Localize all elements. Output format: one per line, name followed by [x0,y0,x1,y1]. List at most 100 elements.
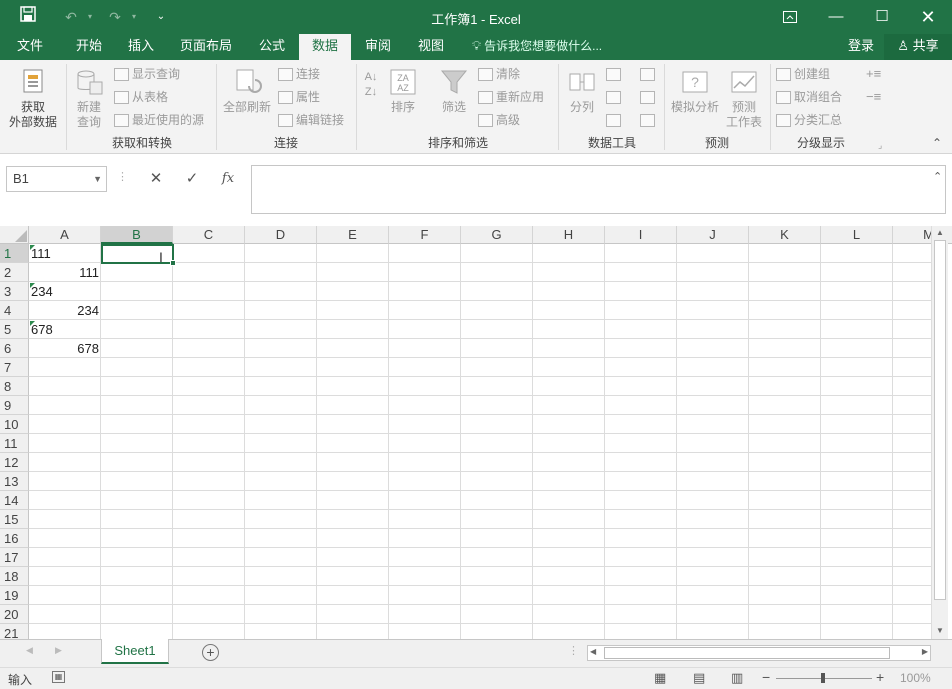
new-sheet-icon[interactable]: + [202,644,219,661]
cell-a5[interactable]: 678 [29,320,101,339]
clear-icon [478,68,493,82]
scroll-up-icon[interactable]: ▲ [932,228,948,237]
worksheet-grid[interactable]: ABCDEFGHIJKLM 1 2 3 4 5 6 7 8 9 10 11 12 13 14 15 16 17 1… [0,226,952,639]
show-queries-button[interactable]: 显示查询 [114,64,180,84]
zoom-out-icon[interactable]: − [762,669,770,685]
page-layout-view-icon[interactable]: ▤ [693,670,705,686]
macro-record-icon[interactable]: ▦ [52,671,65,683]
vertical-scroll-thumb[interactable] [934,240,946,600]
sort-az-icon[interactable]: A↓ Z↓ [360,70,382,100]
connections-button[interactable]: 连接 [278,64,320,84]
manage-data-model-icon[interactable] [640,110,658,130]
cell-a6[interactable]: 678 [29,339,101,358]
zoom-level[interactable]: 100% [900,671,931,685]
tab-formulas[interactable]: 公式 [250,34,294,60]
zoom-in-icon[interactable]: + [876,669,884,685]
minimize-icon[interactable]: — [813,0,859,34]
share-button[interactable]: ♙ 共享 [884,34,952,60]
tab-split-grip-icon[interactable]: ⋮ [568,644,579,657]
next-sheet-icon[interactable]: ▶ [55,645,62,656]
what-if-analysis-button[interactable]: ? 模拟分析 [668,66,722,115]
tab-data[interactable]: 数据 [299,34,351,60]
consolidate-icon[interactable] [640,64,658,84]
subtotal-label: 分类汇总 [794,113,843,127]
refresh-all-button[interactable]: 全部刷新 [220,66,274,115]
insert-function-icon[interactable]: fx [210,166,246,192]
number-as-text-indicator[interactable] [30,321,35,326]
refresh-icon [236,69,262,93]
formula-input[interactable] [251,165,946,214]
cell-a2[interactable]: 111 [29,263,101,282]
expand-formula-bar-icon[interactable]: ⌃ [933,170,942,183]
tab-view[interactable]: 视图 [409,34,453,60]
cancel-icon[interactable]: ✕ [138,166,174,192]
collapse-ribbon-icon[interactable]: ⌃ [932,136,942,150]
cell-a1[interactable]: 111 [29,244,101,263]
filter-button[interactable]: 筛选 [436,66,472,115]
name-box[interactable]: B1 ▼ [6,166,107,192]
text-to-columns-button[interactable]: 分列 [562,66,602,115]
group-label-get-transform: 获取和转换 [111,136,172,150]
forecast-sheet-button[interactable]: 预测 工作表 [722,66,766,130]
normal-view-icon[interactable]: ▦ [654,670,666,686]
group-icon [776,68,791,82]
relationships-icon[interactable] [640,87,658,107]
vertical-scrollbar[interactable]: ▲ ▼ [931,226,948,639]
remove-duplicates-icon[interactable] [606,87,624,107]
maximize-icon[interactable]: ☐ [859,0,905,34]
ribbon-display-options-icon[interactable] [767,0,813,34]
horizontal-scrollbar[interactable]: ◀ ▶ [587,645,931,661]
new-query-button[interactable]: 新建 查询 [70,66,108,130]
number-as-text-indicator[interactable] [30,283,35,288]
close-icon[interactable]: ✕ [905,0,951,34]
gridlines [29,244,931,639]
prev-sheet-icon[interactable]: ◀ [26,645,33,656]
reapply-button[interactable]: 重新应用 [478,87,544,107]
number-as-text-indicator[interactable] [30,245,35,250]
sign-in-link[interactable]: 登录 [848,34,874,60]
name-box-dropdown-icon[interactable]: ▼ [93,167,102,191]
zoom-slider-thumb[interactable] [821,673,825,683]
advanced-button[interactable]: 高级 [478,110,520,130]
recent-sources-button[interactable]: 最近使用的源 [114,110,204,130]
dialog-launcher-icon[interactable]: ⌟ [878,140,882,151]
tab-home[interactable]: 开始 [66,34,112,60]
sort-button[interactable]: ZA AZ 排序 [386,66,420,115]
text-to-columns-label: 分列 [569,100,594,114]
data-validation-icon[interactable] [606,110,624,130]
tab-insert[interactable]: 插入 [118,34,164,60]
clear-button[interactable]: 清除 [478,64,520,84]
enter-icon[interactable]: ✓ [174,166,210,192]
from-table-button[interactable]: 从表格 [114,87,168,107]
edit-links-label: 编辑链接 [296,113,345,127]
properties-icon [278,91,293,105]
tab-review[interactable]: 审阅 [356,34,400,60]
forecast-chart-icon [731,71,757,93]
edit-links-button[interactable]: 编辑链接 [278,110,344,130]
scroll-down-icon[interactable]: ▼ [932,626,948,635]
get-external-data-button[interactable]: 获取 外部数据 [2,66,64,130]
horizontal-scroll-thumb[interactable] [604,647,890,659]
cell-a3[interactable]: 234 [29,282,101,301]
tab-page-layout[interactable]: 页面布局 [174,34,238,60]
reapply-icon [478,91,493,105]
group-button[interactable]: 创建组 [776,64,830,84]
tell-me-box[interactable]: 💡︎ 告诉我您想要做什么... [472,34,602,60]
advanced-icon [478,114,493,128]
scroll-right-icon[interactable]: ▶ [922,647,928,656]
tab-file[interactable]: 文件 [6,34,54,60]
fill-handle[interactable] [170,260,176,266]
hide-detail-icon[interactable]: −≡ [866,87,881,107]
ungroup-button[interactable]: 取消组合 [776,87,842,107]
show-detail-icon[interactable]: +≡ [866,64,881,84]
properties-button[interactable]: 属性 [278,87,320,107]
flash-fill-icon[interactable] [606,64,624,84]
tell-me-text: 告诉我您想要做什么... [484,39,603,53]
page-break-view-icon[interactable]: ▥ [731,670,743,686]
properties-label: 属性 [296,90,321,104]
recent-sources-icon [114,114,129,128]
sheet-tab-sheet1[interactable]: Sheet1 [101,639,169,664]
subtotal-button[interactable]: 分类汇总 [776,110,842,130]
cell-a4[interactable]: 234 [29,301,101,320]
scroll-left-icon[interactable]: ◀ [590,647,596,656]
